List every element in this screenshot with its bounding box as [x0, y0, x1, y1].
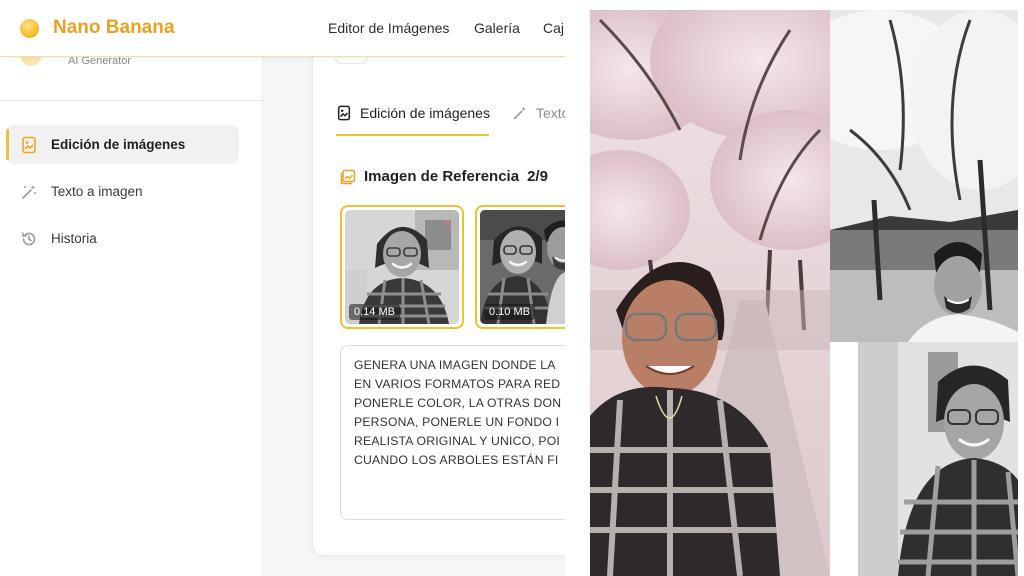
sidebar-item-text-to-image[interactable]: Texto a imagen	[6, 172, 239, 211]
nav-image-editor[interactable]: Editor de Imágenes	[328, 20, 449, 36]
logo-text[interactable]: Nano Banana	[53, 17, 174, 39]
reference-title: Imagen de Referencia	[364, 168, 520, 185]
tab-image-editing[interactable]: Edición de imágenes	[336, 105, 490, 121]
result-photo-bw-man[interactable]	[830, 10, 1018, 342]
thumbnail-image: 0.10 MB	[480, 210, 565, 324]
image-gallery-icon	[340, 169, 356, 185]
history-icon	[20, 230, 38, 248]
reference-header: Imagen de Referencia 2/9	[340, 168, 548, 185]
result-photo-color[interactable]	[590, 10, 830, 576]
result-photo-bw-woman[interactable]	[858, 342, 1018, 576]
prompt-line: PONERLE COLOR, LA OTRAS DON	[354, 396, 562, 410]
image-edit-icon	[336, 105, 352, 121]
prompt-line: EN VARIOS FORMATOS PARA RED	[354, 377, 561, 391]
prompt-line: PERSONA, PONERLE UN FONDO I	[354, 415, 560, 429]
thumbnail-image: ✕ 0.14 MB	[345, 210, 459, 324]
magic-wand-icon	[20, 183, 38, 201]
cherry-blossom-portrait	[590, 10, 830, 576]
sidebar-item-label: Texto a imagen	[51, 184, 143, 199]
nav-gallery[interactable]: Galería	[474, 20, 520, 36]
sidebar-item-label: Historia	[51, 231, 97, 246]
header-bar: Nano Banana Editor de Imágenes Galería C…	[0, 0, 565, 57]
sidebar-item-image-editing[interactable]: Edición de imágenes	[6, 125, 239, 164]
nav-more[interactable]: Caj	[543, 20, 564, 36]
sidebar-item-label: Edición de imágenes	[51, 137, 186, 152]
prompt-line: REALISTA ORIGINAL Y UNICO, POI	[354, 434, 561, 448]
remove-icon[interactable]: ✕	[443, 216, 453, 230]
magic-wand-icon	[512, 105, 528, 121]
tab-label: Edición de imágenes	[360, 105, 490, 121]
result-collage	[590, 10, 1018, 576]
blossom-portrait-man-bw	[830, 10, 1018, 342]
portrait-woman-bw	[858, 342, 1018, 576]
tab-text[interactable]: Texto	[512, 105, 565, 121]
thumbnail-size: 0.14 MB	[349, 304, 400, 320]
app-panel: AI Generator Edición de imágenes Texto a…	[0, 0, 565, 576]
tab-label: Texto	[536, 105, 565, 121]
thumbnail-size: 0.10 MB	[484, 304, 535, 320]
banana-logo-icon	[20, 19, 39, 38]
reference-count: 2/9	[527, 168, 548, 185]
tab-active-indicator	[336, 134, 489, 136]
sidebar: AI Generator Edición de imágenes Texto a…	[0, 0, 263, 576]
prompt-line: GENERA UNA IMAGEN DONDE LA	[354, 358, 556, 372]
reference-thumbnail[interactable]: 0.10 MB	[475, 205, 565, 329]
prompt-line: CUANDO LOS ARBOLES ESTÁN FI	[354, 453, 559, 467]
sidebar-item-history[interactable]: Historia	[6, 219, 239, 258]
sidebar-divider	[0, 100, 263, 101]
prompt-textarea[interactable]: GENERA UNA IMAGEN DONDE LA EN VARIOS FOR…	[340, 345, 565, 520]
reference-thumbnail[interactable]: ✕ 0.14 MB	[340, 205, 464, 329]
image-edit-icon	[20, 136, 38, 154]
